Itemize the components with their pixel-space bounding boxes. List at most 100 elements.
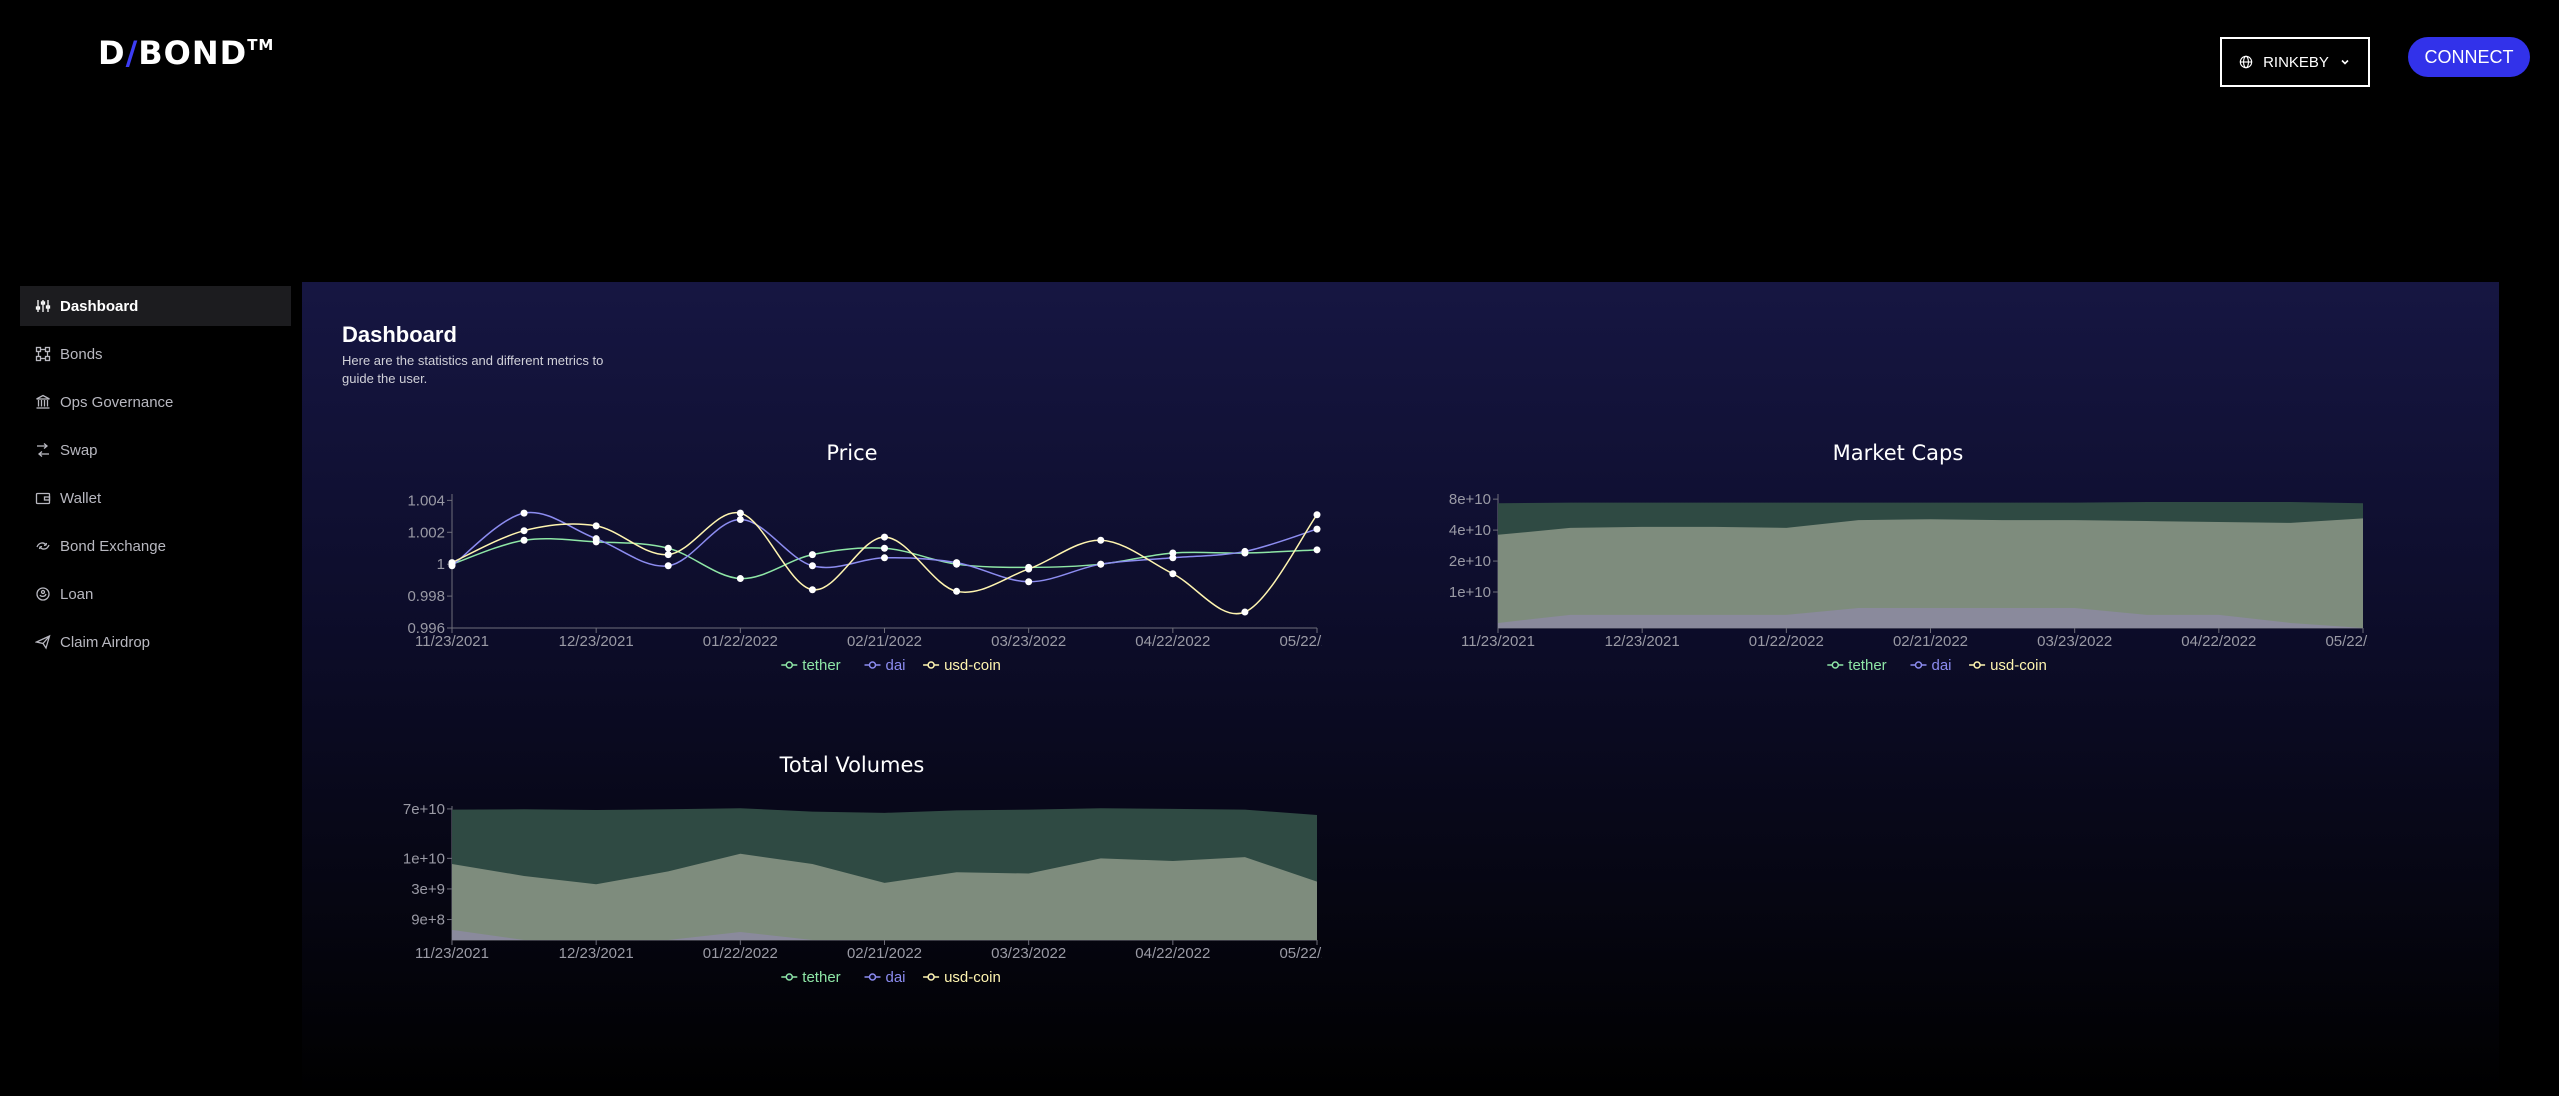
x-tick-label: 11/23/2021 xyxy=(1461,633,1535,650)
data-point-usd-coin xyxy=(808,586,816,594)
legend-label-tether: tether xyxy=(1848,657,1886,674)
swap-arrows-icon xyxy=(37,443,49,457)
page-subtitle: Here are the statistics and different me… xyxy=(342,353,604,386)
line-series-usd-coin xyxy=(451,511,1318,615)
legend-marker-dai xyxy=(868,661,877,669)
logo-right: BOND xyxy=(138,34,248,72)
x-tick-label: 05/22/2022 xyxy=(1279,633,1322,650)
x-tick-label: 04/22/2022 xyxy=(1135,633,1210,650)
data-point-dai xyxy=(881,554,888,562)
data-point-usd-coin xyxy=(448,559,456,567)
data-point-dai xyxy=(664,562,672,570)
data-point-dai xyxy=(1097,560,1105,568)
logo-trademark: TM xyxy=(247,36,275,54)
chart-title: Total Volumes xyxy=(779,753,925,777)
legend-label-dai: dai xyxy=(1932,657,1952,674)
x-tick-label: 02/21/2022 xyxy=(1893,633,1968,650)
logo[interactable]: D/BONDTM xyxy=(98,34,274,72)
sidebar-item-label: Ops Governance xyxy=(60,393,174,411)
data-point-dai xyxy=(1169,554,1177,562)
page-title: Dashboard xyxy=(342,322,457,347)
data-point-dai xyxy=(1025,578,1033,586)
total-volumes-chart: Total Volumes 11/23/2021 12/23/2021 01/22/2… xyxy=(382,744,1322,1019)
data-point-usd-coin xyxy=(1241,608,1249,616)
data-point-tether xyxy=(520,536,528,544)
data-point-usd-coin xyxy=(1169,570,1177,578)
data-point-usd-coin xyxy=(520,527,528,535)
x-tick-label: 05/22/2022 xyxy=(1279,945,1322,962)
legend-marker-usd-coin xyxy=(927,973,935,981)
x-tick-label: 03/23/2022 xyxy=(991,633,1066,650)
data-point-tether xyxy=(881,544,888,552)
sidebar-item-bond-exchange[interactable]: Bond Exchange xyxy=(20,526,291,566)
chart-title: Price xyxy=(826,441,877,465)
y-tick-label: 4e+10 xyxy=(1449,522,1491,539)
network-selector-button[interactable]: RINKEBY xyxy=(2220,37,2370,87)
sidebar-item-dashboard[interactable]: Dashboard xyxy=(20,286,291,326)
sidebar: Dashboard Bonds Ops Governance Swap Wall… xyxy=(20,286,291,670)
y-tick-label: 1e+10 xyxy=(403,850,445,867)
data-point-usd-coin xyxy=(736,509,744,517)
wallet-icon xyxy=(35,492,51,505)
legend-label-usd-coin: usd-coin xyxy=(944,657,1001,674)
data-point-dai xyxy=(1313,525,1321,533)
y-tick-label: 9e+8 xyxy=(411,912,445,929)
data-point-usd-coin xyxy=(1025,565,1033,573)
bank-icon xyxy=(36,394,50,409)
y-tick-label: 1.004 xyxy=(407,492,445,509)
legend-marker-usd-coin xyxy=(927,661,935,669)
data-point-usd-coin xyxy=(664,551,672,559)
data-point-dai xyxy=(953,559,961,567)
x-tick-label: 02/21/2022 xyxy=(847,633,922,650)
data-point-dai xyxy=(1241,547,1249,555)
price-chart: Price 11/23/2021 12/23/2021 01/22/2022 02/21… xyxy=(382,432,1322,707)
data-point-dai xyxy=(520,509,528,517)
data-point-usd-coin xyxy=(592,522,600,530)
network-label: RINKEBY xyxy=(2263,53,2329,71)
data-point-dai xyxy=(808,562,816,570)
x-tick-label: 01/22/2022 xyxy=(703,633,778,650)
nodes-icon xyxy=(35,346,51,362)
data-point-usd-coin xyxy=(953,587,961,595)
legend-marker-tether xyxy=(1831,661,1840,669)
legend-label-dai: dai xyxy=(886,969,906,986)
legend-label-usd-coin: usd-coin xyxy=(944,969,1001,986)
sidebar-item-label: Loan xyxy=(60,585,94,603)
legend-marker-tether xyxy=(785,973,794,981)
y-tick-label: 7e+10 xyxy=(403,801,445,818)
dashboard-panel: Dashboard Here are the statistics and di… xyxy=(302,282,2499,1096)
data-point-tether xyxy=(808,551,816,559)
logo-left: D xyxy=(98,34,126,72)
sidebar-item-claim-airdrop[interactable]: Claim Airdrop xyxy=(20,622,291,662)
data-point-usd-coin xyxy=(1097,536,1105,544)
data-point-tether xyxy=(736,575,744,583)
y-tick-label: 8e+10 xyxy=(1449,491,1491,508)
total-volumes-chart-svg: Total Volumes 11/23/2021 12/23/2021 01/22/2… xyxy=(403,753,1322,986)
sidebar-item-wallet[interactable]: Wallet xyxy=(20,478,291,518)
x-tick-label: 12/23/2021 xyxy=(559,945,634,962)
y-tick-label: 1 xyxy=(437,556,445,573)
sidebar-item-loan[interactable]: Loan xyxy=(20,574,291,614)
x-tick-label: 12/23/2021 xyxy=(559,633,634,650)
chevron-down-icon xyxy=(2341,59,2349,65)
sidebar-item-label: Swap xyxy=(60,441,98,459)
globe-icon xyxy=(2239,55,2253,69)
price-chart-svg: Price11/23/2021 12/23/2021 01/22/2022 02/21… xyxy=(407,441,1322,674)
sidebar-item-bonds[interactable]: Bonds xyxy=(20,334,291,374)
sidebar-item-swap[interactable]: Swap xyxy=(20,430,291,470)
sidebar-item-ops-governance[interactable]: Ops Governance xyxy=(20,382,291,422)
legend-label-dai: dai xyxy=(886,657,906,674)
connect-button[interactable]: CONNECT xyxy=(2408,37,2530,77)
y-tick-label: 0.998 xyxy=(407,588,445,605)
x-tick-label: 11/23/2021 xyxy=(415,945,489,962)
data-point-dai xyxy=(736,516,744,524)
y-tick-label: 1e+10 xyxy=(1449,584,1491,601)
legend-label-usd-coin: usd-coin xyxy=(1990,657,2047,674)
sidebar-item-label: Claim Airdrop xyxy=(60,633,151,651)
x-tick-label: 01/22/2022 xyxy=(703,945,778,962)
data-point-tether xyxy=(1313,546,1321,554)
sidebar-item-label: Dashboard xyxy=(60,297,139,315)
y-tick-label: 2e+10 xyxy=(1449,553,1491,570)
sidebar-item-label: Bond Exchange xyxy=(60,537,166,555)
market-caps-chart: Market Caps 11/23/2021 12/23/2021 01/22/202… xyxy=(1428,432,2368,707)
